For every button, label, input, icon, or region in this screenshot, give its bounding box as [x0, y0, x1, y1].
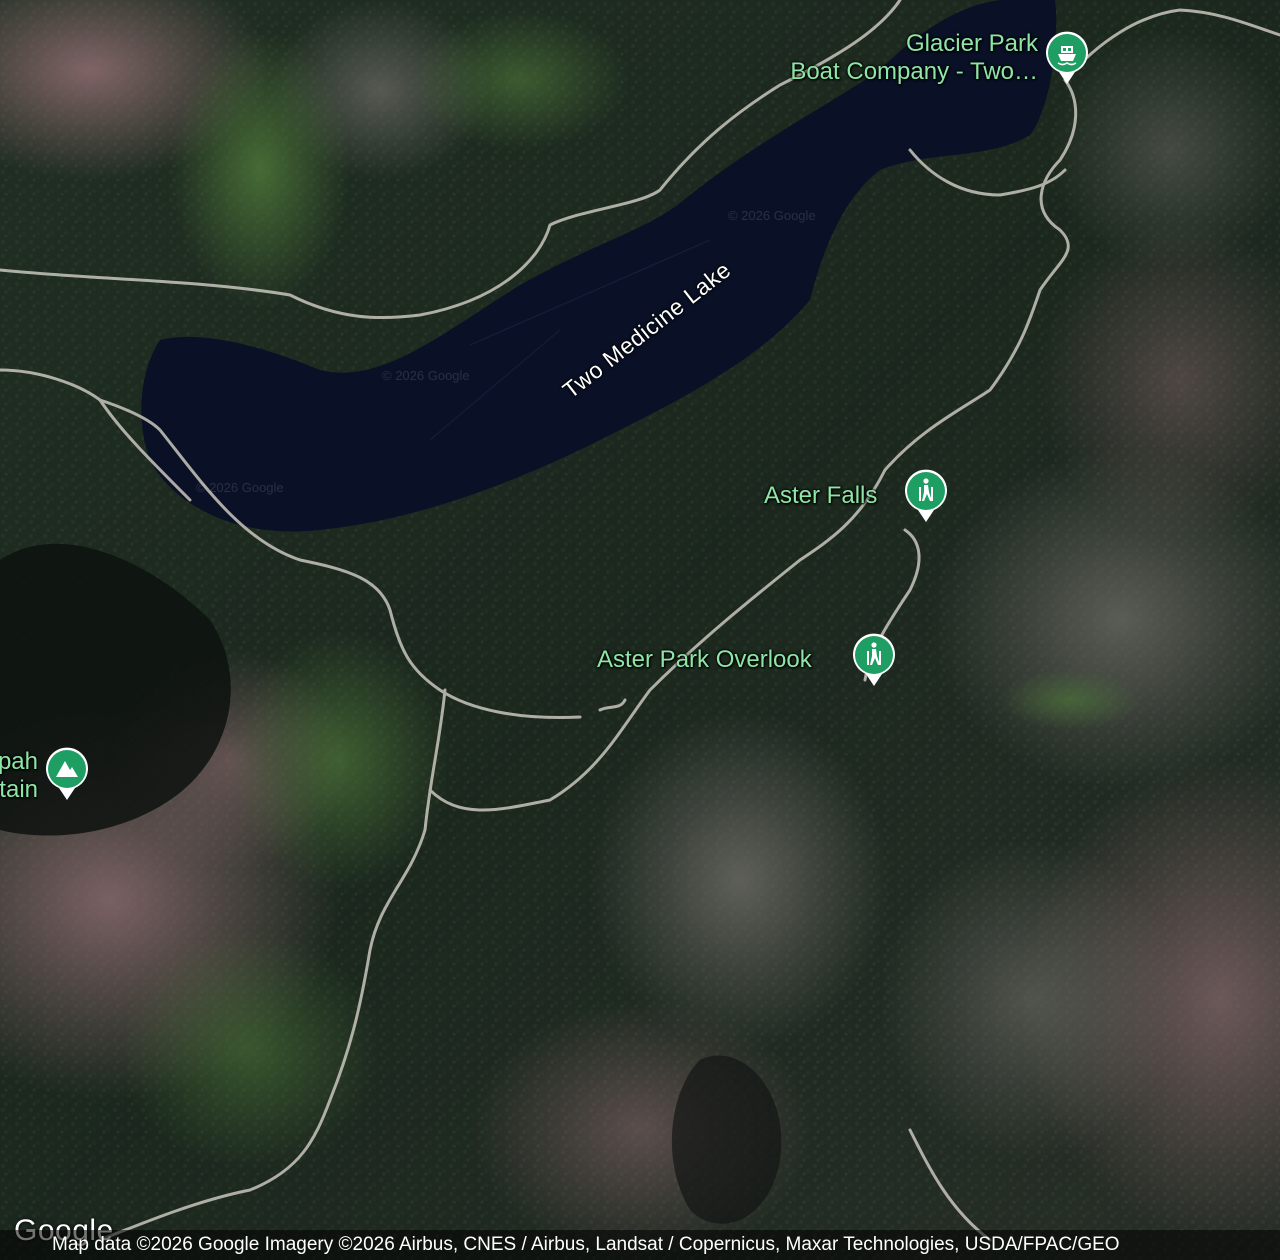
place-label-aster-park-overlook[interactable]: Aster Park Overlook	[597, 646, 812, 674]
mountain-icon[interactable]	[44, 746, 90, 802]
place-label-line: Glacier Park	[905, 30, 1038, 57]
hiker-icon[interactable]	[851, 632, 897, 688]
place-label-line: tain	[0, 776, 38, 803]
place-label-aster-falls[interactable]: Aster Falls	[764, 482, 877, 510]
hiker-icon[interactable]	[903, 468, 949, 524]
map-imagery: © 2026 Google © 2026 Google © 2026 Googl…	[0, 0, 1280, 1260]
ferry-icon[interactable]	[1044, 30, 1090, 86]
place-label-mountain[interactable]: pah tain	[0, 748, 38, 804]
watermark-text: © 2026 Google	[728, 208, 816, 223]
satellite-map[interactable]: © 2026 Google © 2026 Google © 2026 Googl…	[0, 0, 1280, 1260]
watermark-text: © 2026 Google	[196, 480, 284, 495]
watermark-text: © 2026 Google	[382, 368, 470, 383]
map-attribution[interactable]: Map data ©2026 Google Imagery ©2026 Airb…	[0, 1230, 1280, 1260]
place-label-line: Boat Company - Two…	[790, 58, 1038, 85]
place-label-boat-company[interactable]: Glacier Park Boat Company - Two…	[754, 30, 1038, 86]
place-label-line: pah	[0, 748, 38, 775]
